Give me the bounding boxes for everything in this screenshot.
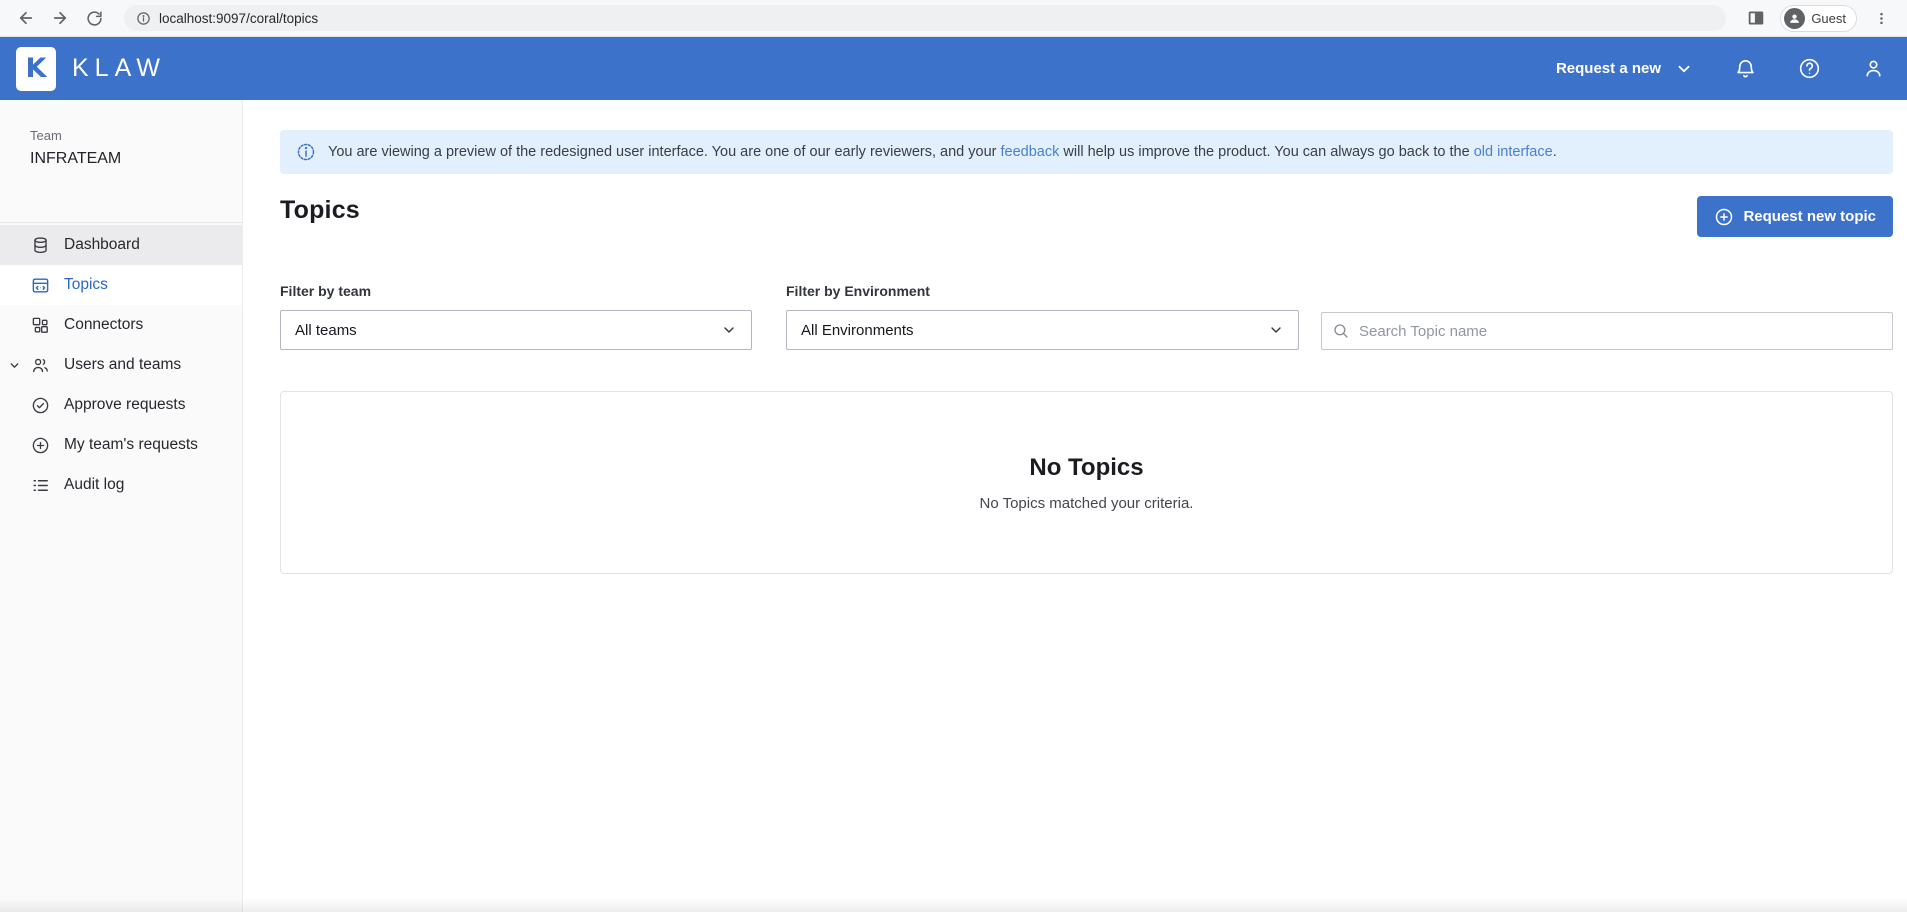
- team-name: INFRATEAM: [30, 150, 212, 168]
- browser-refresh-button[interactable]: [80, 4, 108, 32]
- topic-search: [1321, 312, 1893, 350]
- environment-filter-select[interactable]: All Environments: [786, 310, 1299, 350]
- chevron-down-icon: [1675, 60, 1693, 78]
- profile-avatar: [1784, 8, 1805, 29]
- request-a-new-label: Request a new: [1556, 60, 1661, 77]
- plus-circle-icon: [1714, 207, 1734, 227]
- info-icon: [296, 142, 316, 162]
- banner-text: You are viewing a preview of the redesig…: [328, 144, 1557, 160]
- topics-icon: [30, 275, 51, 296]
- sidebar-item-label: Dashboard: [64, 236, 140, 254]
- refresh-icon: [86, 10, 103, 27]
- profile-button[interactable]: [1861, 57, 1885, 81]
- connectors-icon: [30, 315, 51, 336]
- side-panel-button[interactable]: [1742, 4, 1770, 32]
- sidebar-item-topics[interactable]: Topics: [0, 265, 242, 305]
- page-title: Topics: [280, 196, 360, 225]
- filter-by-team-label: Filter by team: [280, 283, 752, 299]
- app-header: K KLAW Request a new: [0, 37, 1907, 100]
- browser-toolbar: localhost:9097/coral/topics Guest: [0, 0, 1907, 37]
- address-bar[interactable]: localhost:9097/coral/topics: [124, 5, 1726, 31]
- check-circle-icon: [30, 395, 51, 416]
- team-block: Team INFRATEAM: [0, 100, 242, 222]
- klaw-logo[interactable]: K: [16, 47, 56, 91]
- notifications-button[interactable]: [1733, 57, 1757, 81]
- side-panel-icon: [1747, 10, 1765, 26]
- team-filter-value: All teams: [295, 322, 357, 339]
- sidebar: Team INFRATEAM Dashboard Topics: [0, 100, 243, 912]
- team-filter-select[interactable]: All teams: [280, 310, 752, 350]
- kebab-menu-icon: [1874, 11, 1889, 26]
- sidebar-item-label: Users and teams: [64, 356, 181, 374]
- banner-text-part1: You are viewing a preview of the redesig…: [328, 144, 1001, 160]
- sidebar-item-users-and-teams[interactable]: Users and teams: [0, 345, 242, 385]
- empty-state-message: No Topics matched your criteria.: [980, 495, 1194, 512]
- sidebar-item-connectors[interactable]: Connectors: [0, 305, 242, 345]
- forward-arrow-icon: [51, 9, 69, 27]
- banner-text-part2: will help us improve the product. You ca…: [1059, 144, 1473, 160]
- sidebar-item-label: Audit log: [64, 476, 124, 494]
- user-icon: [1862, 57, 1885, 80]
- preview-banner: You are viewing a preview of the redesig…: [280, 130, 1893, 174]
- search-topic-input[interactable]: [1321, 312, 1893, 350]
- sidebar-item-approve-requests[interactable]: Approve requests: [0, 385, 242, 425]
- list-icon: [30, 475, 51, 496]
- klaw-logo-letter: K: [26, 53, 47, 84]
- avatar-person-icon: [1788, 12, 1801, 25]
- chevron-down-icon[interactable]: [8, 358, 22, 372]
- sidebar-item-label: My team's requests: [64, 436, 198, 454]
- empty-state-title: No Topics: [1029, 454, 1143, 482]
- browser-profile-chip[interactable]: Guest: [1780, 5, 1857, 32]
- main-content: You are viewing a preview of the redesig…: [243, 100, 1907, 912]
- request-a-new-menu[interactable]: Request a new: [1556, 60, 1693, 78]
- page-info-icon[interactable]: [136, 11, 151, 26]
- team-label: Team: [30, 128, 212, 143]
- sidebar-item-label: Topics: [64, 276, 108, 294]
- sidebar-item-label: Connectors: [64, 316, 143, 334]
- chevron-down-icon: [1268, 322, 1284, 338]
- feedback-link[interactable]: feedback: [1001, 144, 1060, 160]
- help-button[interactable]: [1797, 57, 1821, 81]
- environment-filter-value: All Environments: [801, 322, 914, 339]
- chevron-down-icon: [721, 322, 737, 338]
- sidebar-item-label: Approve requests: [64, 396, 186, 414]
- users-icon: [30, 355, 51, 376]
- old-interface-link[interactable]: old interface: [1474, 144, 1553, 160]
- search-icon: [1332, 322, 1350, 340]
- sidebar-nav: Dashboard Topics Connectors: [0, 223, 242, 505]
- url-text[interactable]: localhost:9097/coral/topics: [159, 11, 318, 26]
- back-arrow-icon: [17, 9, 35, 27]
- sidebar-item-dashboard[interactable]: Dashboard: [0, 225, 242, 265]
- request-new-topic-label: Request new topic: [1743, 208, 1876, 225]
- filter-by-environment-label: Filter by Environment: [786, 283, 1299, 299]
- empty-state: No Topics No Topics matched your criteri…: [280, 391, 1893, 574]
- plus-circle-icon: [30, 435, 51, 456]
- dashboard-icon: [30, 235, 51, 256]
- sidebar-item-my-teams-requests[interactable]: My team's requests: [0, 425, 242, 465]
- profile-name: Guest: [1811, 11, 1846, 26]
- banner-text-part3: .: [1553, 144, 1557, 160]
- browser-menu-button[interactable]: [1867, 4, 1895, 32]
- browser-forward-button[interactable]: [46, 4, 74, 32]
- sidebar-item-audit-log[interactable]: Audit log: [0, 465, 242, 505]
- brand-wordmark: KLAW: [72, 54, 166, 83]
- browser-back-button[interactable]: [12, 4, 40, 32]
- bell-icon: [1734, 57, 1757, 80]
- question-circle-icon: [1798, 57, 1821, 80]
- request-new-topic-button[interactable]: Request new topic: [1697, 196, 1893, 237]
